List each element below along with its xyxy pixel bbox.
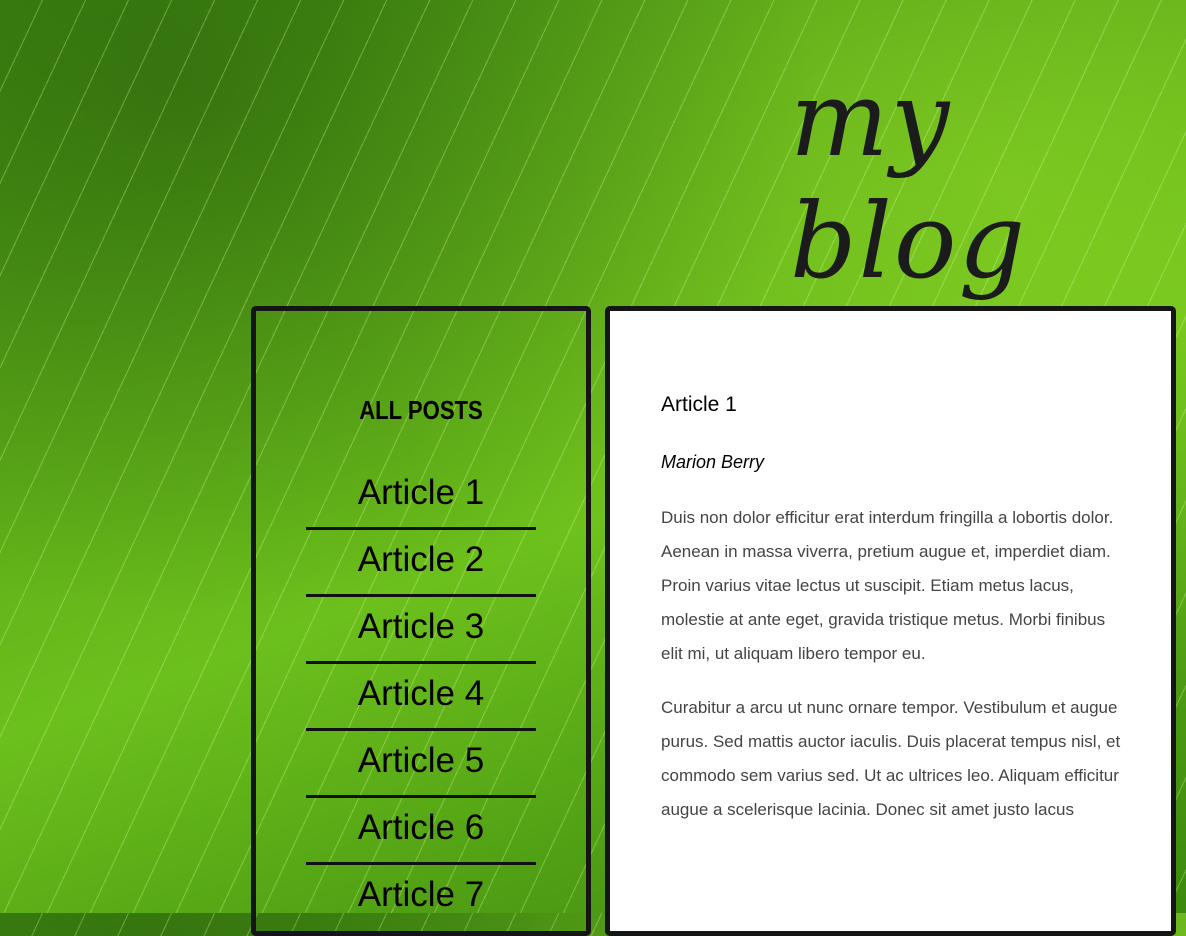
post-link[interactable]: Article 1 [306, 463, 536, 530]
article-paragraph: Curabitur a arcu ut nunc ornare tempor. … [661, 698, 1121, 819]
article-panel: Article 1 Marion Berry Duis non dolor ef… [605, 306, 1176, 936]
post-link[interactable]: Article 2 [306, 530, 536, 597]
sidebar: ALL POSTS Article 1 Article 2 Article 3 … [251, 306, 591, 936]
post-link[interactable]: Article 6 [306, 798, 536, 865]
post-link[interactable]: Article 7 [306, 865, 536, 929]
site-title: my blog [790, 58, 1028, 302]
article-title: Article 1 [661, 393, 737, 416]
post-link[interactable]: Article 4 [306, 664, 536, 731]
sidebar-heading: ALL POSTS [359, 395, 483, 425]
post-list: Article 1 Article 2 Article 3 Article 4 … [306, 463, 536, 929]
article-author: Marion Berry [661, 452, 765, 472]
article-paragraph: Duis non dolor efficitur erat interdum f… [661, 508, 1114, 663]
post-link[interactable]: Article 3 [306, 597, 536, 664]
post-link[interactable]: Article 5 [306, 731, 536, 798]
